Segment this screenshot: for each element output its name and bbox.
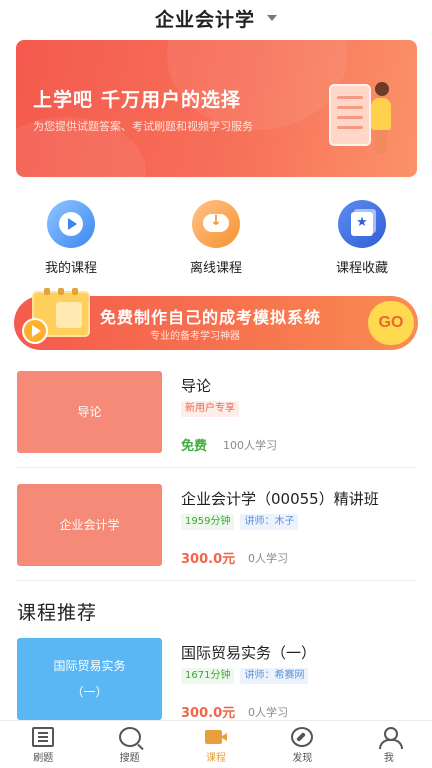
course-learners: 100人学习	[223, 439, 277, 452]
course-tags: 新用户专享	[181, 401, 239, 417]
duration-badge: 1959分钟	[181, 514, 235, 530]
divider	[17, 580, 415, 581]
course-price: 免费	[181, 439, 208, 454]
thumbnail-line: 国际贸易实务	[53, 659, 126, 673]
tab-label: 课程	[206, 753, 227, 764]
mock-exam-promo-banner[interactable]: 免费制作自己的成考模拟系统 专业的备考学习神器 GO	[14, 288, 418, 350]
duration-badge: 1671分钟	[181, 668, 235, 684]
tab-courses[interactable]: 课程	[173, 721, 259, 768]
course-price: 300.0元	[181, 706, 236, 721]
thumbnail-line: （一）	[71, 685, 108, 699]
search-icon	[118, 727, 141, 747]
promo-title: 免费制作自己的成考模拟系统	[100, 308, 322, 327]
tab-label: 我	[383, 753, 394, 764]
section-title: 课程推荐	[17, 602, 98, 624]
compass-icon	[291, 727, 314, 747]
course-item[interactable]: 企业会计学 企业会计学（00055）精讲班 1959分钟 讲师：木子 300.0…	[0, 484, 432, 594]
offline-courses-button[interactable]: 离线课程	[161, 196, 271, 276]
page-title[interactable]: 企业会计学	[155, 5, 255, 32]
banner-headline: 上学吧 千万用户的选择	[33, 85, 241, 112]
promo-subtitle: 专业的备考学习神器	[150, 331, 240, 342]
video-camera-icon	[205, 727, 228, 747]
play-icon	[47, 200, 95, 248]
tab-discover[interactable]: 发现	[259, 721, 345, 768]
go-button[interactable]: GO	[368, 301, 414, 345]
chevron-down-icon[interactable]	[267, 15, 277, 21]
banner-subtitle: 为您提供试题答案、考试刷题和视频学习服务	[33, 120, 253, 133]
teacher-badge: 讲师：木子	[240, 514, 299, 530]
my-courses-label: 我的课程	[44, 261, 97, 276]
offline-courses-label: 离线课程	[189, 261, 242, 276]
course-learners: 0人学习	[248, 552, 288, 565]
tab-me[interactable]: 我	[346, 721, 432, 768]
my-courses-button[interactable]: 我的课程	[16, 196, 126, 276]
header: 企业会计学	[0, 0, 432, 36]
course-thumbnail[interactable]: 导论	[17, 371, 162, 453]
tab-label: 刷题	[33, 753, 54, 764]
course-favorites-label: 课程收藏	[335, 261, 388, 276]
list-icon	[32, 727, 55, 747]
course-name: 企业会计学（00055）精讲班	[181, 490, 379, 508]
student-illustration-icon	[329, 74, 399, 164]
course-name: 导论	[181, 377, 212, 395]
banner-slogan: 千万用户的选择	[101, 89, 242, 111]
course-price: 300.0元	[181, 552, 236, 567]
new-user-badge: 新用户专享	[181, 401, 239, 417]
course-thumbnail[interactable]: 企业会计学	[17, 484, 162, 566]
cloud-download-icon	[192, 200, 240, 248]
teacher-badge: 讲师：希赛网	[240, 668, 309, 684]
divider	[17, 467, 415, 468]
star-collection-icon	[338, 200, 386, 248]
tab-search[interactable]: 搜题	[86, 721, 172, 768]
course-favorites-button[interactable]: 课程收藏	[307, 196, 417, 276]
bottom-tab-bar: 刷题 搜题 课程 发现 我	[0, 720, 432, 768]
tab-label: 发现	[292, 753, 313, 764]
banner-brand: 上学吧	[33, 89, 94, 111]
user-icon	[378, 727, 403, 749]
course-tags: 1671分钟 讲师：希赛网	[181, 668, 309, 684]
course-learners: 0人学习	[248, 706, 288, 719]
play-icon	[22, 318, 48, 344]
course-item[interactable]: 导论 导论 新用户专享 免费 100人学习	[0, 371, 432, 481]
quick-actions: 我的课程 离线课程 课程收藏	[0, 196, 432, 276]
course-tags: 1959分钟 讲师：木子	[181, 514, 299, 530]
course-thumbnail[interactable]: 国际贸易实务 （一）	[17, 638, 162, 720]
tab-label: 搜题	[119, 753, 140, 764]
course-name: 国际贸易实务（一）	[181, 644, 317, 662]
banner[interactable]: 上学吧 千万用户的选择 为您提供试题答案、考试刷题和视频学习服务	[16, 40, 417, 177]
tab-practice[interactable]: 刷题	[0, 721, 86, 768]
